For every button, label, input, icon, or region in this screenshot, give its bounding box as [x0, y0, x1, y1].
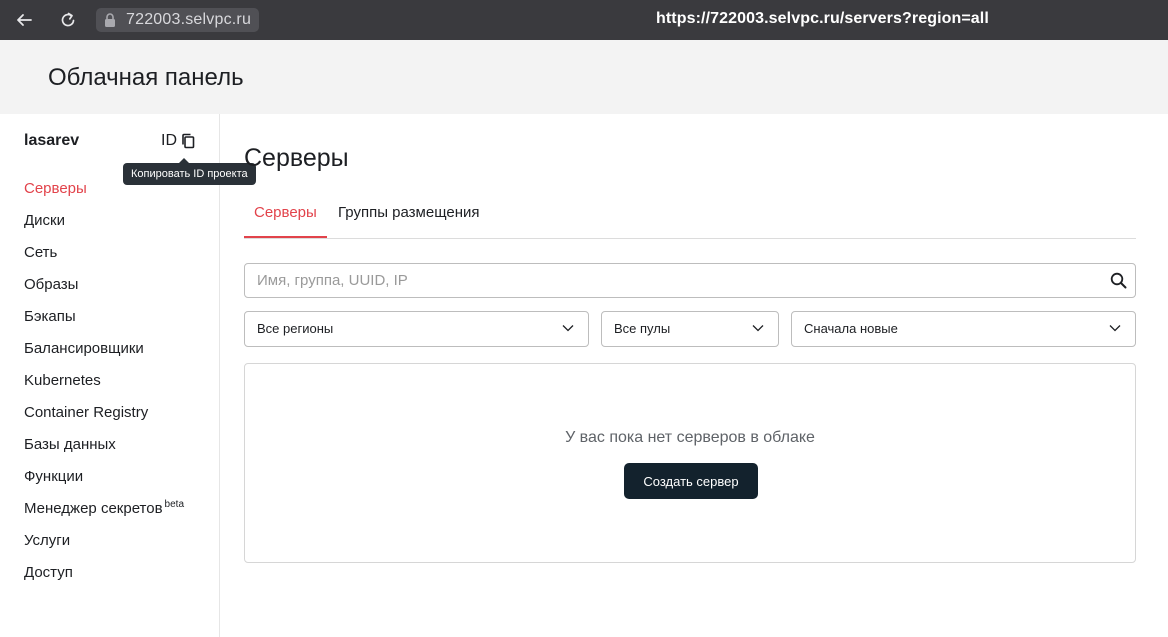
- sidebar-item-images[interactable]: Образы: [24, 274, 184, 306]
- pool-select[interactable]: Все пулы: [601, 311, 779, 347]
- sidebar-item-label: Функции: [24, 468, 84, 485]
- sidebar-item-label: Доступ: [24, 564, 73, 581]
- sidebar-item-servers[interactable]: Серверы: [24, 178, 184, 210]
- full-url: https://722003.selvpc.ru/servers?region=…: [656, 10, 989, 27]
- id-label: ID: [161, 132, 177, 149]
- pool-select-value: Все пулы: [614, 321, 671, 336]
- sidebar-item-label: Диски: [24, 212, 65, 229]
- reload-icon: [61, 12, 75, 27]
- back-button[interactable]: [12, 8, 36, 32]
- sidebar-item-label: Базы данных: [24, 436, 116, 453]
- sidebar-item-services[interactable]: Услуги: [24, 530, 184, 562]
- sidebar-item-secrets-manager[interactable]: Менеджер секретов beta: [24, 498, 184, 530]
- create-server-button[interactable]: Создать сервер: [624, 463, 758, 499]
- chevron-down-icon: [1109, 325, 1121, 332]
- app-title: Облачная панель: [48, 64, 244, 91]
- sort-select-value: Сначала новые: [804, 321, 898, 336]
- sidebar-item-label: Сеть: [24, 244, 58, 261]
- sidebar-item-label: Услуги: [24, 532, 71, 549]
- region-select-value: Все регионы: [257, 321, 334, 336]
- sidebar-item-load-balancers[interactable]: Балансировщики: [24, 338, 184, 370]
- region-select[interactable]: Все регионы: [244, 311, 589, 347]
- tab-bar: Серверы Группы размещения: [244, 194, 1136, 239]
- copy-project-id-button[interactable]: ID: [161, 131, 196, 151]
- reload-button[interactable]: [56, 8, 80, 32]
- address-domain: 722003.selvpc.ru: [126, 11, 252, 28]
- sidebar-item-databases[interactable]: Базы данных: [24, 434, 184, 466]
- sidebar-nav: Серверы Диски Сеть Образы Бэкапы Баланси…: [24, 178, 184, 594]
- sidebar-item-backups[interactable]: Бэкапы: [24, 306, 184, 338]
- sort-select[interactable]: Сначала новые: [791, 311, 1136, 347]
- page-title: Серверы: [244, 144, 349, 172]
- app-header: Облачная панель: [0, 40, 1168, 114]
- sidebar-item-label: Серверы: [24, 180, 87, 197]
- arrow-left-icon: [17, 14, 32, 26]
- chevron-down-icon: [562, 325, 574, 332]
- sidebar-item-label: Container Registry: [24, 404, 149, 421]
- search-input[interactable]: [257, 264, 1097, 297]
- sidebar-item-functions[interactable]: Функции: [24, 466, 184, 498]
- browser-bar: 722003.selvpc.ru https://722003.selvpc.r…: [0, 0, 1168, 40]
- main-content: Серверы Серверы Группы размещения Все ре…: [244, 114, 1136, 637]
- sidebar-item-container-registry[interactable]: Container Registry: [24, 402, 184, 434]
- sidebar-item-network[interactable]: Сеть: [24, 242, 184, 274]
- beta-badge: beta: [164, 499, 185, 510]
- sidebar-item-label: Балансировщики: [24, 340, 144, 357]
- sidebar-item-label: Менеджер секретов: [24, 500, 163, 517]
- empty-state-message: У вас пока нет серверов в облаке: [565, 429, 815, 446]
- sidebar-item-label: Kubernetes: [24, 372, 101, 389]
- tab-servers[interactable]: Серверы: [244, 194, 327, 238]
- copy-icon: [182, 133, 195, 149]
- search-icon[interactable]: [1110, 272, 1127, 289]
- project-name: lasarev: [24, 132, 80, 149]
- sidebar-item-access[interactable]: Доступ: [24, 562, 184, 594]
- sidebar-item-label: Образы: [24, 276, 79, 293]
- tab-placement-groups[interactable]: Группы размещения: [328, 194, 490, 236]
- address-bar[interactable]: 722003.selvpc.ru: [96, 8, 260, 32]
- search-box: [244, 263, 1136, 298]
- chevron-down-icon: [752, 325, 764, 332]
- sidebar: lasarev ID Копировать ID проекта Серверы…: [0, 114, 256, 637]
- sidebar-item-disks[interactable]: Диски: [24, 210, 184, 242]
- sidebar-item-kubernetes[interactable]: Kubernetes: [24, 370, 184, 402]
- empty-state-card: У вас пока нет серверов в облаке Создать…: [244, 363, 1136, 563]
- lock-icon: [105, 13, 115, 27]
- sidebar-item-label: Бэкапы: [24, 308, 76, 325]
